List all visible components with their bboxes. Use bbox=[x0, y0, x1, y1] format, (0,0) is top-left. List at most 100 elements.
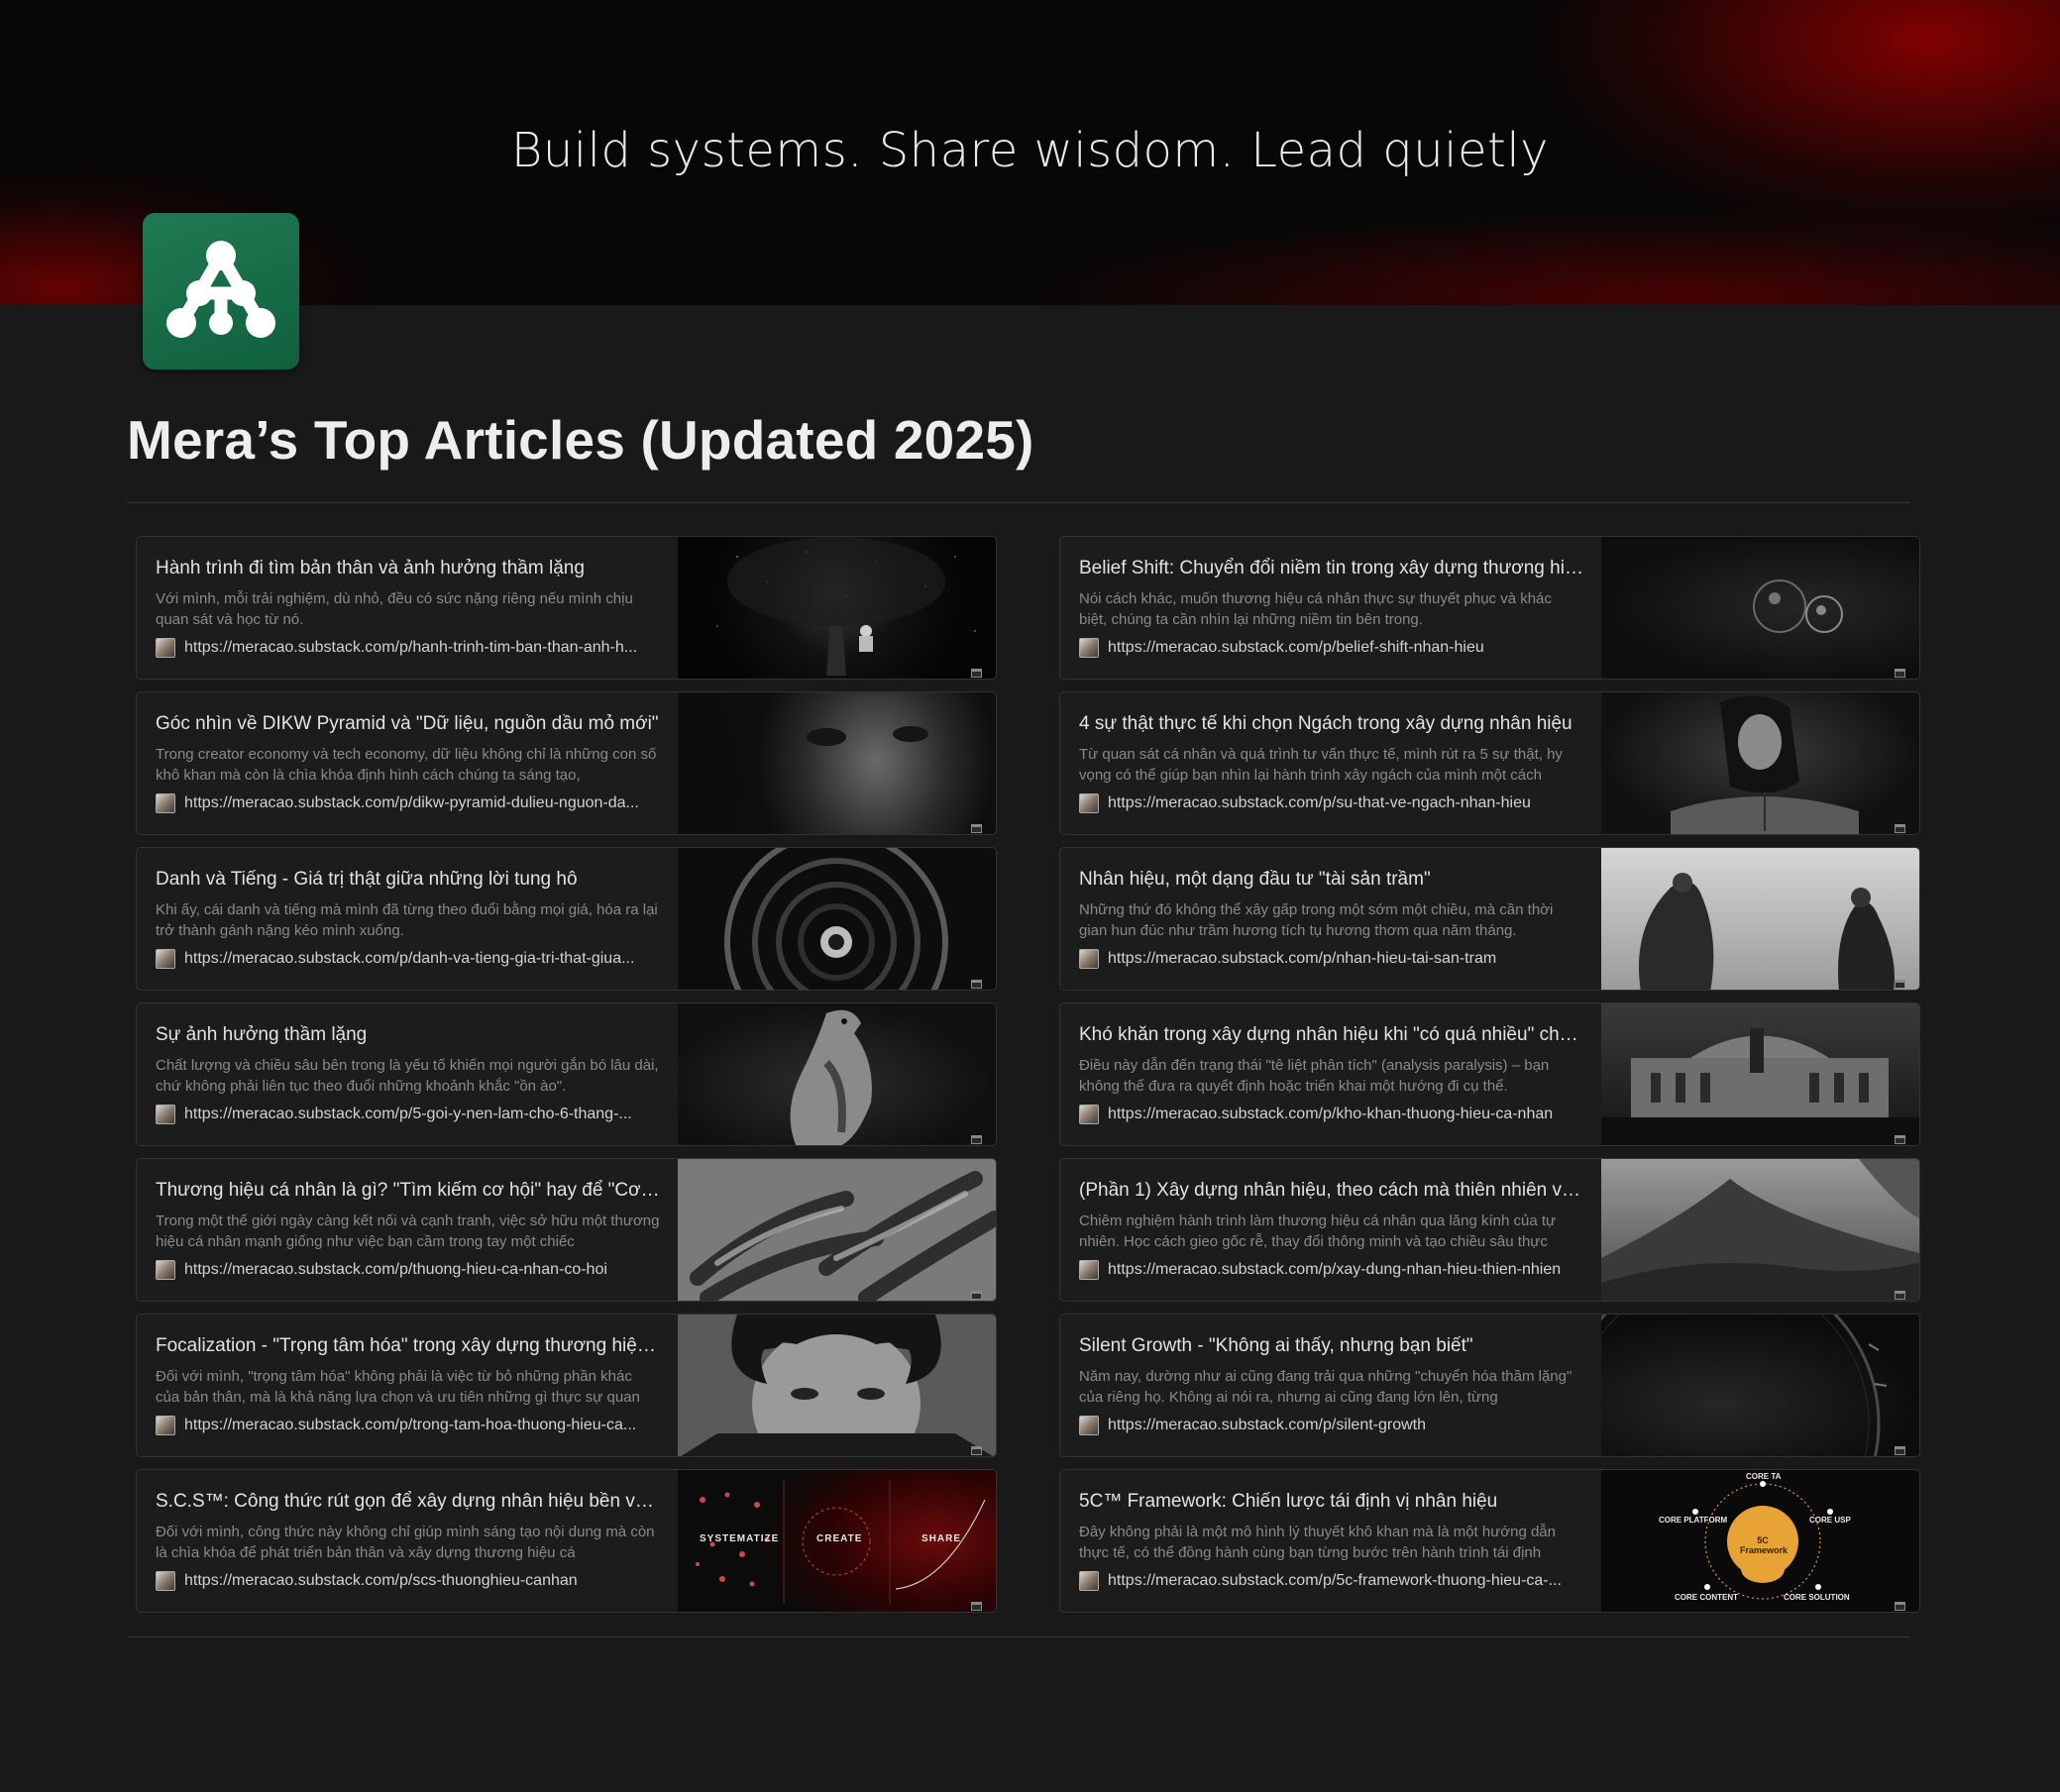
card-url[interactable]: https://meracao.substack.com/p/su-that-v… bbox=[1108, 794, 1531, 812]
card-thumbnail: SYSTEMATIZE CREATE SHARE bbox=[678, 1470, 996, 1612]
card-title: Nhân hiệu, một dạng đầu tư "tài sản trầm… bbox=[1079, 869, 1431, 890]
card-title: Thương hiệu cá nhân là gì? "Tìm kiếm cơ … bbox=[156, 1180, 660, 1201]
spiral-stairs-image bbox=[724, 848, 948, 990]
card-title: Góc nhìn về DIKW Pyramid và "Dữ liệu, ng… bbox=[156, 713, 659, 734]
5c-core-platform-label: CORE PLATFORM bbox=[1659, 1516, 1728, 1525]
right-column: Belief Shift: Chuyển đổi niềm tin trong … bbox=[1059, 536, 1920, 1625]
card-url[interactable]: https://meracao.substack.com/p/belief-sh… bbox=[1108, 639, 1484, 657]
scs-create-label: CREATE bbox=[816, 1533, 863, 1544]
card-thumbnail bbox=[1601, 1003, 1919, 1145]
bookmark-card[interactable]: (Phần 1) Xây dựng nhân hiệu, theo cách m… bbox=[1059, 1158, 1920, 1302]
card-description: Trong creator economy và tech economy, d… bbox=[156, 746, 657, 784]
card-thumbnail bbox=[1601, 1159, 1919, 1301]
tree-image bbox=[716, 537, 977, 676]
5c-core-solution-label: CORE SOLUTION bbox=[1784, 1593, 1850, 1602]
bookmark-card[interactable]: Silent Growth - "Không ai thấy, nhưng bạ… bbox=[1059, 1314, 1920, 1457]
bookmark-card[interactable]: Góc nhìn về DIKW Pyramid và "Dữ liệu, ng… bbox=[136, 691, 997, 835]
card-title: Belief Shift: Chuyển đổi niềm tin trong … bbox=[1079, 558, 1583, 579]
scs-systematize-label: SYSTEMATIZE bbox=[700, 1533, 780, 1544]
card-url[interactable]: https://meracao.substack.com/p/5-goi-y-n… bbox=[184, 1106, 632, 1123]
divider bbox=[127, 1636, 1910, 1637]
card-title: Silent Growth - "Không ai thấy, nhưng bạ… bbox=[1079, 1335, 1473, 1356]
favicon-icon bbox=[1079, 1260, 1099, 1280]
card-thumbnail: CORE TA CORE PLATFORM CORE USP 5C Framew… bbox=[1601, 1470, 1919, 1612]
card-description: Từ quan sát cá nhân và quá trình tư vấn … bbox=[1079, 746, 1563, 784]
favicon-icon bbox=[1079, 1416, 1099, 1435]
favicon-icon bbox=[156, 638, 175, 658]
card-url[interactable]: https://meracao.substack.com/p/xay-dung-… bbox=[1108, 1261, 1561, 1279]
page-icon bbox=[143, 213, 299, 369]
card-title: Hành trình đi tìm bản thân và ảnh hưởng … bbox=[156, 558, 585, 579]
card-description: Đây không phải là một mô hình lý thuyết … bbox=[1079, 1524, 1556, 1561]
card-url[interactable]: https://meracao.substack.com/p/trong-tam… bbox=[184, 1417, 636, 1434]
page-title: Mera’s Top Articles (Updated 2025) bbox=[127, 409, 1034, 471]
left-column: Hành trình đi tìm bản thân và ảnh hưởng … bbox=[136, 536, 997, 1625]
5c-center-label: 5C Framework bbox=[1740, 1535, 1789, 1555]
bookmark-card[interactable]: Thương hiệu cá nhân là gì? "Tìm kiếm cơ … bbox=[136, 1158, 997, 1302]
bookmark-card[interactable]: Khó khăn trong xây dựng nhân hiệu khi "c… bbox=[1059, 1002, 1920, 1146]
network-nodes-icon bbox=[166, 241, 275, 338]
bookmark-card[interactable]: Nhân hiệu, một dạng đầu tư "tài sản trầm… bbox=[1059, 847, 1920, 991]
bookmark-card[interactable]: Hành trình đi tìm bản thân và ảnh hưởng … bbox=[136, 536, 997, 680]
bookmark-card[interactable]: S.C.S™: Công thức rút gọn để xây dựng nh… bbox=[136, 1469, 997, 1613]
card-description: Khi ấy, cái danh và tiếng mà mình đã từn… bbox=[156, 901, 658, 939]
card-description: Trong một thế giới ngày càng kết nối và … bbox=[156, 1212, 660, 1250]
card-thumbnail bbox=[678, 537, 996, 679]
card-url[interactable]: https://meracao.substack.com/p/thuong-hi… bbox=[184, 1261, 607, 1279]
favicon-icon bbox=[156, 1105, 175, 1124]
card-description: Đối với mình, "trọng tâm hóa" không phải… bbox=[156, 1368, 640, 1406]
card-thumbnail bbox=[1601, 537, 1919, 679]
glass-orbs-image bbox=[1753, 580, 1843, 633]
card-description: Đối với mình, công thức này không chỉ gi… bbox=[156, 1524, 655, 1561]
card-thumbnail bbox=[678, 848, 996, 990]
5c-core-usp-label: CORE USP bbox=[1809, 1516, 1851, 1525]
hands-image bbox=[690, 1171, 996, 1301]
clock-image bbox=[1601, 1315, 1888, 1456]
card-title: 4 sự thật thực tế khi chọn Ngách trong x… bbox=[1079, 713, 1572, 734]
card-url[interactable]: https://meracao.substack.com/p/kho-khan-… bbox=[1108, 1106, 1553, 1123]
card-title: 5C™ Framework: Chiến lược tái định vị nh… bbox=[1079, 1491, 1498, 1512]
card-url[interactable]: https://meracao.substack.com/p/silent-gr… bbox=[1108, 1417, 1426, 1434]
card-thumbnail bbox=[678, 1159, 996, 1301]
card-description: Những thứ đó không thể xây gấp trong một… bbox=[1079, 901, 1554, 939]
face-image bbox=[678, 692, 928, 834]
favicon-icon bbox=[156, 1260, 175, 1280]
card-url[interactable]: https://meracao.substack.com/p/5c-framew… bbox=[1108, 1572, 1562, 1590]
hawk-image bbox=[790, 1009, 872, 1145]
favicon-icon bbox=[156, 793, 175, 813]
favicon-icon bbox=[1079, 793, 1099, 813]
card-title: Khó khăn trong xây dựng nhân hiệu khi "c… bbox=[1079, 1024, 1583, 1045]
bookmark-card[interactable]: 5C™ Framework: Chiến lược tái định vị nh… bbox=[1059, 1469, 1920, 1613]
monks-image bbox=[1639, 873, 1895, 990]
woman-reading-image bbox=[1671, 695, 1859, 834]
card-description: Năm nay, dường như ai cũng đang trải qua… bbox=[1079, 1368, 1572, 1406]
scs-share-label: SHARE bbox=[922, 1533, 962, 1544]
dunes-image bbox=[1601, 1159, 1919, 1301]
card-title: S.C.S™: Công thức rút gọn để xây dựng nh… bbox=[156, 1491, 660, 1512]
card-url[interactable]: https://meracao.substack.com/p/scs-thuon… bbox=[184, 1572, 578, 1590]
favicon-icon bbox=[1079, 1571, 1099, 1591]
card-url[interactable]: https://meracao.substack.com/p/danh-va-t… bbox=[184, 950, 634, 968]
bookmark-card[interactable]: Danh và Tiếng - Giá trị thật giữa những … bbox=[136, 847, 997, 991]
5c-core-ta-label: CORE TA bbox=[1746, 1472, 1782, 1481]
favicon-icon bbox=[156, 949, 175, 969]
card-url[interactable]: https://meracao.substack.com/p/dikw-pyra… bbox=[184, 794, 639, 812]
card-thumbnail bbox=[1601, 1315, 1919, 1456]
bookmark-card[interactable]: Sự ảnh hưởng thầm lặng Chất lượng và chi… bbox=[136, 1002, 997, 1146]
opera-house-image bbox=[1601, 1028, 1919, 1145]
favicon-icon bbox=[1079, 949, 1099, 969]
favicon-icon bbox=[156, 1571, 175, 1591]
card-description: Nói cách khác, muốn thương hiệu cá nhân … bbox=[1079, 590, 1552, 628]
tagline: Build systems. Share wisdom. Lead quietl… bbox=[510, 123, 1550, 178]
card-thumbnail bbox=[678, 692, 996, 834]
card-title: Sự ảnh hưởng thầm lặng bbox=[156, 1024, 368, 1045]
bookmark-card[interactable]: 4 sự thật thực tế khi chọn Ngách trong x… bbox=[1059, 691, 1920, 835]
bookmark-card[interactable]: Focalization - "Trọng tâm hóa" trong xây… bbox=[136, 1314, 997, 1457]
card-url[interactable]: https://meracao.substack.com/p/nhan-hieu… bbox=[1108, 950, 1496, 968]
card-title: Danh và Tiếng - Giá trị thật giữa những … bbox=[156, 869, 578, 890]
favicon-icon bbox=[156, 1416, 175, 1435]
card-url[interactable]: https://meracao.substack.com/p/hanh-trin… bbox=[184, 639, 637, 657]
5c-core-content-label: CORE CONTENT bbox=[1675, 1593, 1738, 1602]
bookmark-card[interactable]: Belief Shift: Chuyển đổi niềm tin trong … bbox=[1059, 536, 1920, 680]
card-thumbnail bbox=[1601, 692, 1919, 834]
